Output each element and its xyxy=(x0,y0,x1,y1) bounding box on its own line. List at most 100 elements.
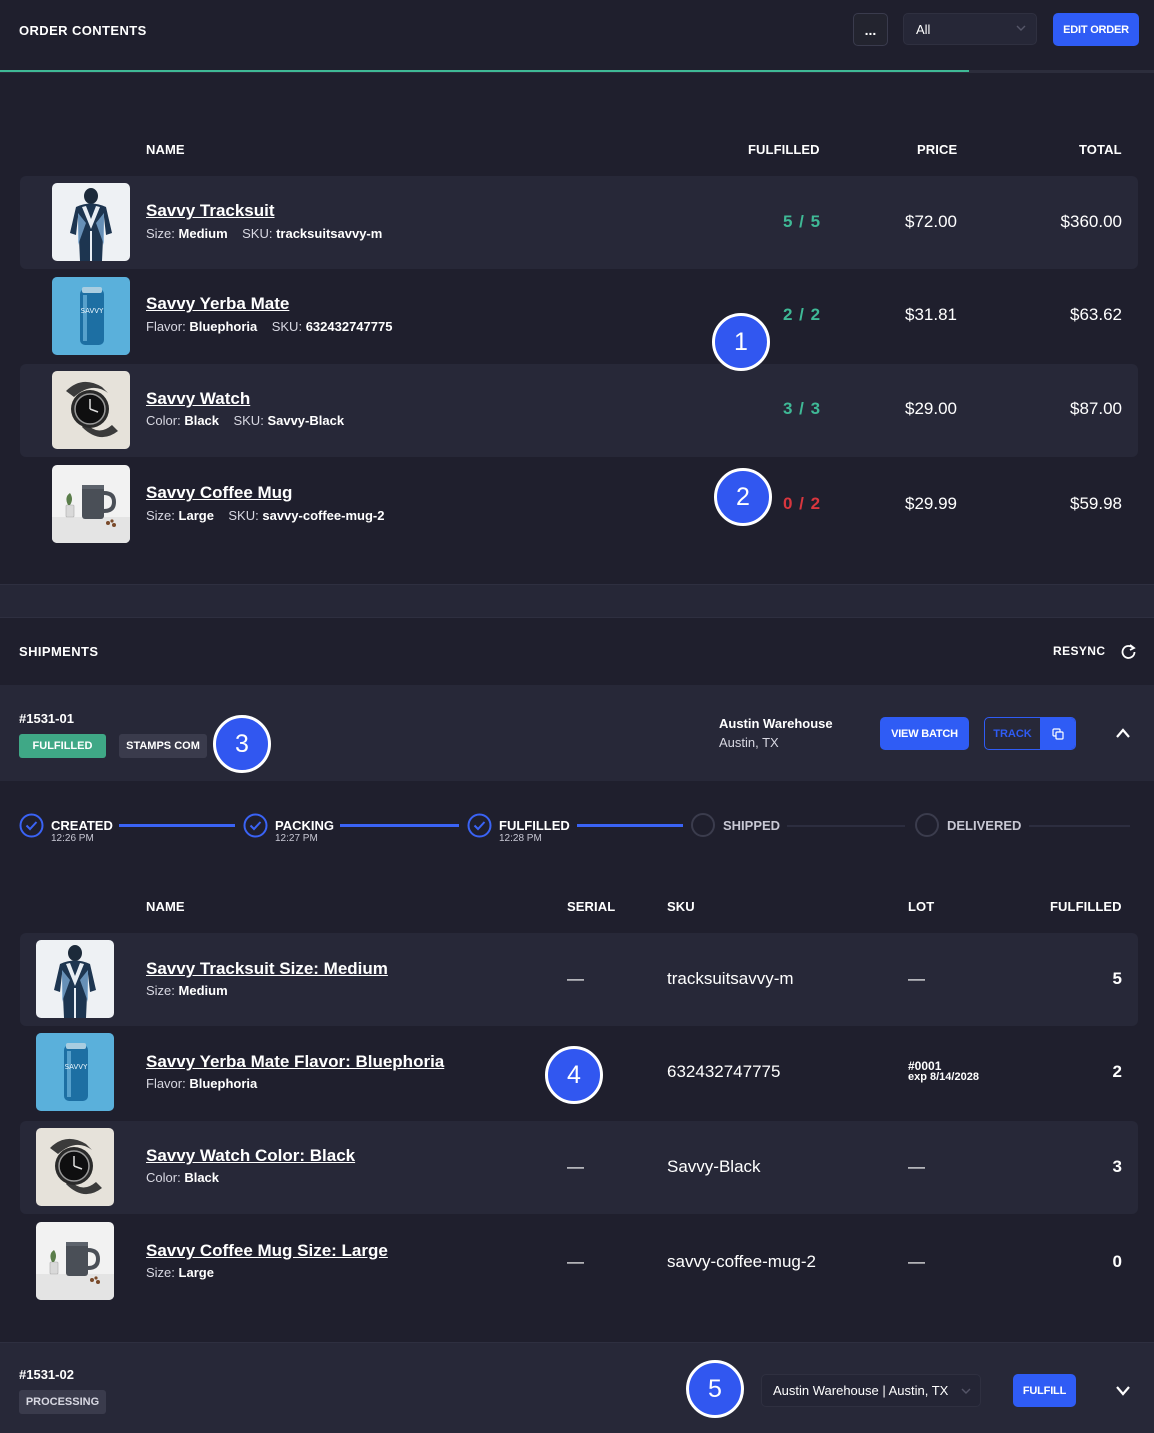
line-total: $59.98 xyxy=(1070,494,1122,513)
column-header-price: PRICE xyxy=(917,142,958,157)
sku-value: savvy-coffee-mug-2 xyxy=(667,1252,816,1271)
product-image-yerba-mate xyxy=(52,277,130,355)
product-image-coffee-mug xyxy=(52,465,130,543)
chevron-down-icon xyxy=(961,1388,971,1394)
chevron-down-icon[interactable] xyxy=(1115,1385,1131,1397)
fulfilled-count: 5 / 5 xyxy=(783,212,822,231)
more-options-button[interactable]: ... xyxy=(853,13,888,46)
annotation-marker: 3 xyxy=(213,715,271,773)
empty-circle-icon xyxy=(915,813,939,837)
fulfilled-qty: 2 xyxy=(1112,1062,1122,1081)
check-circle-icon xyxy=(467,813,492,838)
lot-value: — xyxy=(908,969,925,988)
shipment-header xyxy=(0,685,1154,781)
line-total: $63.62 xyxy=(1070,305,1122,324)
product-image-tracksuit xyxy=(36,940,114,1018)
fulfill-button[interactable]: FULFILL xyxy=(1013,1374,1076,1407)
table-row xyxy=(20,364,1138,457)
annotation-marker: 2 xyxy=(714,468,772,526)
step-connector xyxy=(1029,825,1130,827)
page-title: ORDER CONTENTS xyxy=(19,23,147,38)
unit-price: $72.00 xyxy=(905,212,957,231)
refresh-icon[interactable] xyxy=(1120,643,1137,660)
column-header-serial: SERIAL xyxy=(567,899,616,914)
warehouse-location: Austin, TX xyxy=(719,735,779,750)
fulfilled-qty: 0 xyxy=(1112,1252,1122,1271)
status-filter-select[interactable]: All xyxy=(903,13,1037,45)
resync-button[interactable]: RESYNC xyxy=(1053,644,1105,658)
column-header-sku: SKU xyxy=(667,899,695,914)
product-name-link[interactable]: Savvy Tracksuit xyxy=(146,201,275,221)
fulfill-label: FULFILL xyxy=(1022,1384,1067,1397)
warehouse-name: Austin Warehouse xyxy=(719,716,833,731)
lot-value: — xyxy=(908,1252,925,1271)
annotation-marker: 5 xyxy=(686,1360,744,1418)
status-badge: FULFILLED xyxy=(19,734,106,758)
step-connector xyxy=(787,825,905,827)
track-button-group: TRACK xyxy=(984,717,1076,750)
status-badge: PROCESSING xyxy=(19,1390,106,1414)
step-time: 12:27 PM xyxy=(275,833,318,844)
copy-tracking-button[interactable] xyxy=(1040,718,1075,749)
progress-bar xyxy=(0,70,970,72)
product-meta: Size: Large xyxy=(146,1265,214,1280)
chevron-up-icon[interactable] xyxy=(1115,727,1131,739)
product-image-tracksuit xyxy=(52,183,130,261)
edit-order-button[interactable]: EDIT ORDER xyxy=(1053,13,1139,46)
carrier-badge: STAMPS COM xyxy=(119,734,207,758)
step-connector xyxy=(119,824,235,827)
column-header-lot: LOT xyxy=(908,899,935,914)
product-name-link[interactable]: Savvy Coffee Mug Size: Large xyxy=(146,1241,388,1261)
lot-expiration: exp 8/14/2028 xyxy=(908,1071,979,1083)
warehouse-select[interactable]: Austin Warehouse | Austin, TX xyxy=(761,1374,981,1407)
unit-price: $29.00 xyxy=(905,399,957,418)
product-name-link[interactable]: Savvy Coffee Mug xyxy=(146,483,292,503)
annotation-marker: 1 xyxy=(712,313,770,371)
product-name-link[interactable]: Savvy Watch xyxy=(146,389,250,409)
step-time: 12:26 PM xyxy=(51,833,94,844)
column-header-fulfilled: FULFILLED xyxy=(1050,899,1122,914)
lot-value: — xyxy=(908,1157,925,1176)
annotation-marker: 4 xyxy=(545,1046,603,1104)
product-meta: Size: Medium xyxy=(146,983,228,998)
fulfilled-count: 3 / 3 xyxy=(783,399,822,418)
product-meta: Flavor: Bluephoria SKU: 632432747775 xyxy=(146,319,393,334)
sku-value: tracksuitsavvy-m xyxy=(667,969,794,988)
check-circle-icon xyxy=(19,813,44,838)
step-label-created: CREATED xyxy=(51,818,113,833)
edit-order-label: EDIT ORDER xyxy=(1063,23,1129,36)
fulfilled-qty: 5 xyxy=(1112,969,1122,988)
step-connector xyxy=(577,824,683,827)
product-image-yerba-mate xyxy=(36,1033,114,1111)
fulfilled-count: 2 / 2 xyxy=(783,305,822,324)
shipment-id: #1531-02 xyxy=(19,1367,74,1382)
copy-icon xyxy=(1051,727,1064,740)
product-meta: Size: Medium SKU: tracksuitsavvy-m xyxy=(146,226,383,241)
step-label-fulfilled: FULFILLED xyxy=(499,818,570,833)
chevron-down-icon xyxy=(1016,25,1026,31)
line-total: $87.00 xyxy=(1070,399,1122,418)
column-header-total: TOTAL xyxy=(1079,142,1122,157)
product-meta: Color: Black xyxy=(146,1170,220,1185)
step-label-delivered: DELIVERED xyxy=(947,818,1022,833)
product-name-link[interactable]: Savvy Watch Color: Black xyxy=(146,1146,355,1166)
product-name-link[interactable]: Savvy Yerba Mate Flavor: Bluephoria xyxy=(146,1052,444,1072)
unit-price: $31.81 xyxy=(905,305,957,324)
serial-value: — xyxy=(567,1157,584,1176)
product-meta: Size: Large SKU: savvy-coffee-mug-2 xyxy=(146,508,385,523)
shipments-title: SHIPMENTS xyxy=(19,644,99,659)
track-button[interactable]: TRACK xyxy=(985,718,1040,749)
line-total: $360.00 xyxy=(1060,212,1122,231)
unit-price: $29.99 xyxy=(905,494,957,513)
empty-circle-icon xyxy=(691,813,715,837)
view-batch-button[interactable]: VIEW BATCH xyxy=(880,717,969,750)
step-connector xyxy=(340,824,459,827)
product-meta: Color: Black SKU: Savvy-Black xyxy=(146,413,345,428)
product-image-watch xyxy=(36,1128,114,1206)
product-name-link[interactable]: Savvy Tracksuit Size: Medium xyxy=(146,959,388,979)
column-header-fulfilled: FULFILLED xyxy=(748,142,820,157)
fulfilled-count: 0 / 2 xyxy=(783,494,822,513)
product-name-link[interactable]: Savvy Yerba Mate xyxy=(146,294,289,314)
section-divider xyxy=(0,584,1154,618)
step-label-packing: PACKING xyxy=(275,818,334,833)
